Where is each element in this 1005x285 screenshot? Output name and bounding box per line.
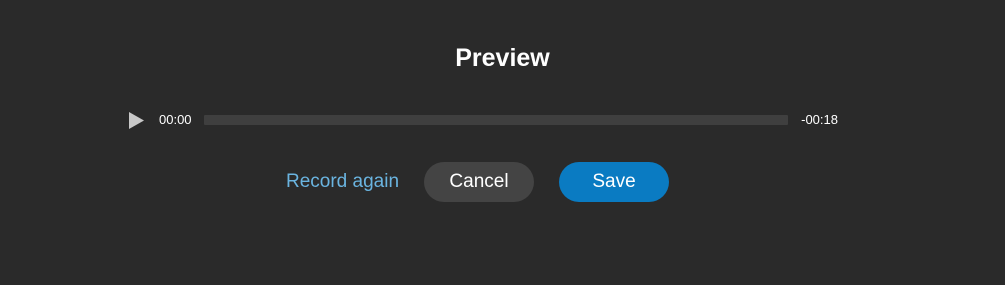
dialog-actions: Record again Cancel Save bbox=[0, 162, 1005, 202]
remaining-time: -00:18 bbox=[801, 112, 838, 127]
dialog-title: Preview bbox=[455, 44, 550, 72]
cancel-button[interactable]: Cancel bbox=[424, 162, 534, 202]
seek-bar[interactable] bbox=[203, 115, 789, 125]
current-time: 00:00 bbox=[159, 112, 192, 127]
play-icon bbox=[129, 111, 144, 129]
audio-player: 00:00 -00:18 bbox=[128, 108, 838, 132]
save-button[interactable]: Save bbox=[559, 162, 669, 202]
play-button[interactable] bbox=[128, 110, 146, 130]
record-again-link[interactable]: Record again bbox=[286, 162, 399, 202]
